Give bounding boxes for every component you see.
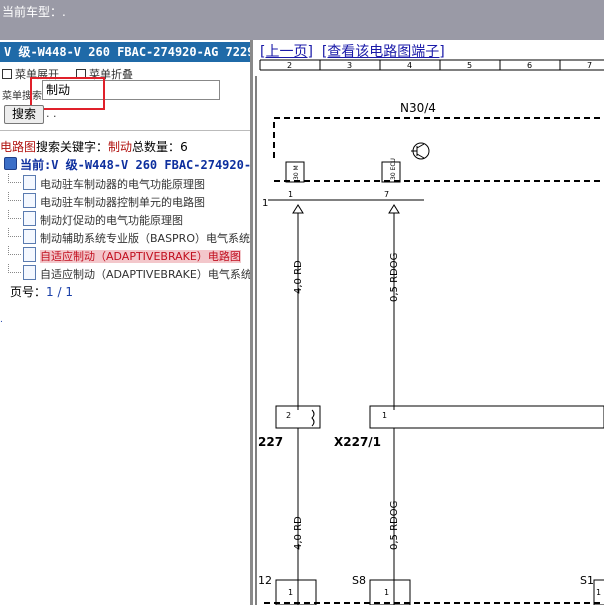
summary-count-label: 总数量：	[132, 140, 181, 154]
pin-number: 1	[596, 588, 601, 597]
wire-label: 0,5 RDOG	[389, 501, 400, 550]
document-icon	[23, 175, 36, 190]
circuit-diagram: 2 3 4 5 6 7 N30/4 30 M 30 ECU 1 7 1 4,0 …	[255, 59, 604, 605]
wires-upper	[297, 213, 395, 410]
pin-connectors-top: 30 M 30 ECU 1 7	[285, 158, 401, 199]
connector-label: S1	[580, 574, 594, 587]
grid-number: 2	[287, 61, 292, 70]
tree-item-selected[interactable]: 自适应制动（ADAPTIVEBRAKE）电路图	[8, 246, 241, 263]
top-bar: 当前车型：.	[0, 0, 604, 40]
small-link[interactable]: .	[0, 315, 3, 325]
current-model-label: 当前车型：.	[2, 5, 66, 19]
pin-label: 30 ECU	[390, 158, 397, 180]
summary-count: 6	[180, 140, 188, 154]
model-header: V 级-W448-V 260 FBAC-274920-AG 722994	[0, 42, 250, 62]
page-value[interactable]: 1 / 1	[46, 285, 73, 299]
row-label: 1	[262, 198, 268, 209]
connector-middle: 2 1	[275, 405, 604, 429]
search-button[interactable]: 搜索	[4, 105, 44, 124]
tree-item[interactable]: 自适应制动（ADAPTIVEBRAKE）电气系统	[8, 264, 250, 281]
pin-label: 30 M	[293, 165, 300, 180]
pin-number: 7	[384, 190, 389, 199]
expand-icon	[2, 69, 12, 79]
search-summary: 电路图搜索关键字：制动总数量：6	[0, 138, 188, 155]
summary-prefix: 电路图	[0, 140, 37, 154]
tree-item[interactable]: 电动驻车制动器的电气功能原理图	[8, 174, 205, 191]
wire-label: 4,0 RD	[293, 516, 304, 550]
grid-ruler: 2 3 4 5 6 7	[259, 59, 604, 71]
grid-number: 7	[587, 61, 592, 70]
page-label: 页号：	[10, 285, 47, 299]
tree-item[interactable]: 制动灯促动的电气功能原理图	[8, 210, 183, 227]
grid-number: 6	[527, 61, 532, 70]
arrow-icon	[292, 204, 400, 214]
left-pane: V 级-W448-V 260 FBAC-274920-AG 722994 菜单展…	[0, 40, 250, 605]
pin-number: 1	[288, 588, 293, 597]
pane-splitter[interactable]	[250, 40, 253, 605]
tree-root[interactable]: 当前:V 级-W448-V 260 FBAC-274920-AG	[4, 156, 250, 173]
wire-label: 0,5 RDOG	[389, 253, 400, 302]
connector-label: X227/1	[334, 435, 381, 449]
connector-label: 227	[258, 435, 283, 449]
grid-number: 4	[407, 61, 412, 70]
connector-bottom: 12 S8 S1 1 1 1	[258, 574, 604, 605]
connector-label: S8	[352, 574, 366, 587]
wire-label: 4,0 RD	[293, 260, 304, 294]
pin-number: 1	[384, 588, 389, 597]
transistor-icon	[411, 142, 430, 160]
divider	[0, 130, 250, 131]
page-info: 页号：1 / 1	[10, 283, 73, 300]
grid-number: 5	[467, 61, 472, 70]
component-box	[273, 117, 604, 182]
tree-item[interactable]: 电动驻车制动器控制单元的电路图	[8, 192, 205, 209]
diagram-pane: [上一页] [查看该电路图端子] 2 3 4 5 6 7 N30/4 30 M …	[254, 40, 604, 605]
document-icon	[23, 265, 36, 280]
wires-lower	[297, 428, 395, 605]
connector-label: 12	[258, 574, 272, 587]
component-label: N30/4	[400, 101, 436, 115]
summary-keyword: 制动	[108, 140, 133, 154]
pin-number: 1	[288, 190, 293, 199]
document-icon	[23, 229, 36, 244]
pin-number: 1	[382, 411, 387, 420]
model-header-text: V 级-W448-V 260 FBAC-274920-AG 722994	[4, 45, 250, 59]
computer-icon	[4, 157, 17, 170]
search-extra: . .	[46, 107, 57, 120]
document-icon	[23, 247, 36, 262]
document-icon	[23, 193, 36, 208]
grid-number: 3	[347, 61, 352, 70]
tree-item[interactable]: 制动辅助系统专业版（BASPRO）电气系统	[8, 228, 250, 245]
pin-number: 2	[286, 411, 291, 420]
summary-middle: 搜索关键字：	[36, 140, 109, 154]
document-icon	[23, 211, 36, 226]
tree-root-label: 当前:V 级-W448-V 260 FBAC-274920-AG	[20, 158, 250, 172]
